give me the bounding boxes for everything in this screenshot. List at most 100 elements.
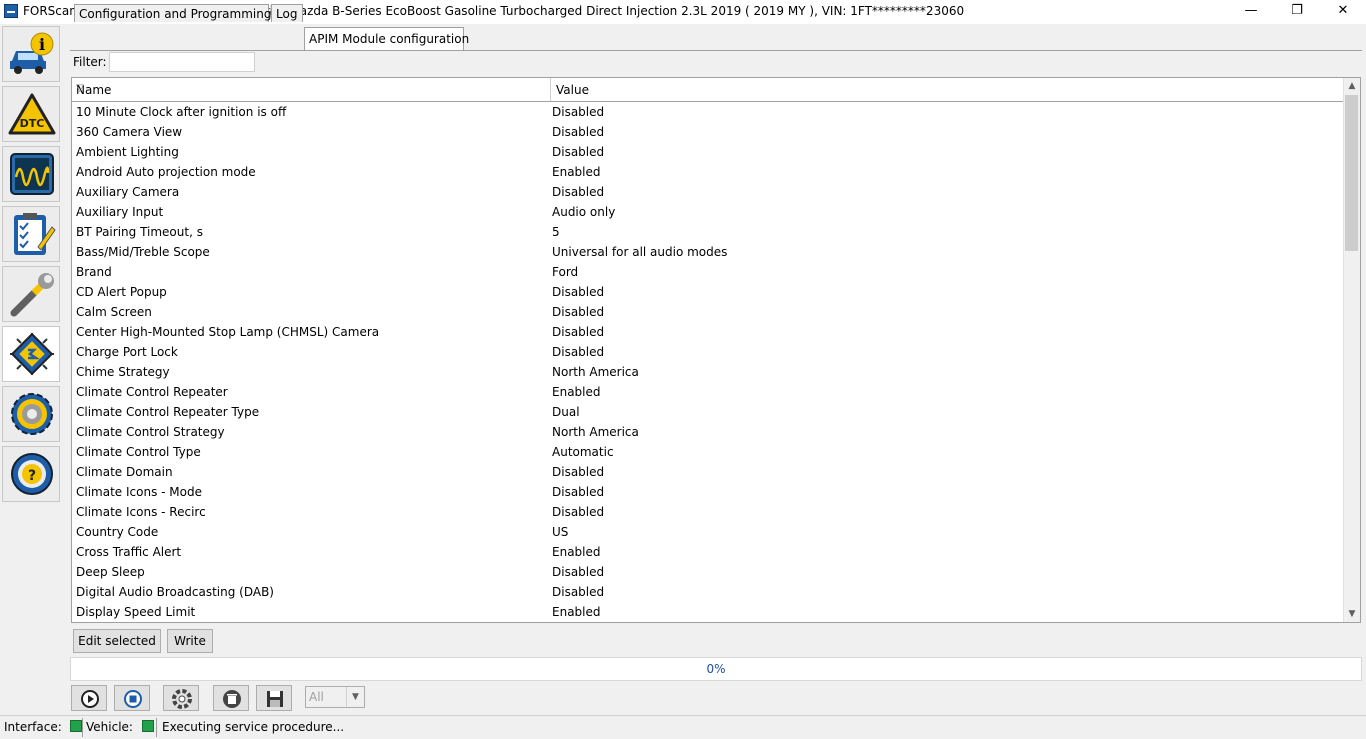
table-row[interactable]: Deep Sleep Disabled <box>72 562 1346 582</box>
sidebar-item-vehicle-info[interactable]: i <box>2 26 60 82</box>
table-row[interactable]: CD Alert Popup Disabled <box>72 282 1346 302</box>
row-value-cell: Disabled <box>552 505 605 519</box>
row-value-cell: Disabled <box>552 565 605 579</box>
filter-select[interactable]: All ▼ <box>305 686 365 708</box>
forscan-app-icon <box>4 4 18 18</box>
row-value-cell: Disabled <box>552 125 605 139</box>
table-row[interactable]: Climate Control Type Automatic <box>72 442 1346 462</box>
sidebar-item-dtc[interactable]: DTC <box>2 86 60 142</box>
progress-bar: 0% <box>70 657 1362 681</box>
row-name-cell: Charge Port Lock <box>76 345 178 359</box>
row-name-cell: Climate Control Type <box>76 445 201 459</box>
svg-text:?: ? <box>28 468 36 484</box>
row-name-cell: Calm Screen <box>76 305 152 319</box>
row-name-cell: Cross Traffic Alert <box>76 545 182 559</box>
row-value-cell: Disabled <box>552 185 605 199</box>
row-name-cell: Climate Control Strategy <box>76 425 225 439</box>
row-value-cell: Enabled <box>552 605 601 619</box>
chip-config-icon <box>10 332 54 376</box>
vehicle-status-led <box>142 718 154 737</box>
table-row[interactable]: Climate Icons - Mode Disabled <box>72 482 1346 502</box>
sidebar-item-settings[interactable] <box>2 386 60 442</box>
table-row[interactable]: Chime Strategy North America <box>72 362 1346 382</box>
table-row[interactable]: Charge Port Lock Disabled <box>72 342 1346 362</box>
row-value-cell: Disabled <box>552 485 605 499</box>
table-row[interactable]: Android Auto projection mode Enabled <box>72 162 1346 182</box>
scroll-thumb[interactable] <box>1345 95 1358 251</box>
play-icon <box>81 690 99 708</box>
vehicle-label: Vehicle: <box>86 720 133 734</box>
tab-apim-module-configuration[interactable]: APIM Module configuration <box>304 27 469 50</box>
settings-gear-icon <box>11 393 53 435</box>
column-header-value[interactable]: Value <box>551 78 1347 101</box>
row-name-cell: Auxiliary Camera <box>76 185 180 199</box>
filter-select-value: All <box>309 690 324 704</box>
sort-indicator-icon: ▽ <box>76 83 84 94</box>
table-row[interactable]: Climate Domain Disabled <box>72 462 1346 482</box>
table-row[interactable]: Center High-Mounted Stop Lamp (CHMSL) Ca… <box>72 322 1346 342</box>
tab-configuration-and-programming[interactable]: Configuration and Programming <box>74 4 271 22</box>
table-row[interactable]: 360 Camera View Disabled <box>72 122 1346 142</box>
chevron-down-icon: ▼ <box>346 687 364 707</box>
filter-input[interactable] <box>109 52 255 72</box>
table-row[interactable]: Climate Control Strategy North America <box>72 422 1346 442</box>
table-row[interactable]: Climate Control Repeater Type Dual <box>72 402 1346 422</box>
save-button[interactable] <box>256 685 292 711</box>
table-row[interactable]: Ambient Lighting Disabled <box>72 142 1346 162</box>
table-row[interactable]: Cross Traffic Alert Enabled <box>72 542 1346 562</box>
write-button[interactable]: Write <box>167 629 213 653</box>
table-row[interactable]: Climate Control Repeater Enabled <box>72 382 1346 402</box>
stop-icon <box>124 690 142 708</box>
row-name-cell: 10 Minute Clock after ignition is off <box>76 105 287 119</box>
edit-selected-button[interactable]: Edit selected <box>73 629 161 653</box>
grid-vertical-scrollbar[interactable]: ▲ ▼ <box>1343 78 1360 622</box>
table-row[interactable]: Display Speed Limit Enabled <box>72 602 1346 622</box>
stop-button[interactable] <box>114 685 150 711</box>
row-name-cell: Brand <box>76 265 112 279</box>
row-name-cell: Android Auto projection mode <box>76 165 256 179</box>
apim-config-panel: Filter: Name ▽ Value 10 Minute Clock aft… <box>70 50 1362 657</box>
grid-rows: 10 Minute Clock after ignition is off Dis… <box>72 102 1346 622</box>
row-name-cell: Chime Strategy <box>76 365 170 379</box>
run-button[interactable] <box>71 685 107 711</box>
sidebar-item-configuration[interactable] <box>2 326 60 382</box>
table-row[interactable]: Bass/Mid/Treble Scope Universal for all a… <box>72 242 1346 262</box>
lifebuoy-icon <box>172 689 192 709</box>
row-value-cell: Disabled <box>552 345 605 359</box>
sidebar-item-service[interactable] <box>2 266 60 322</box>
row-value-cell: US <box>552 525 569 539</box>
save-icon <box>267 691 283 707</box>
minimize-button[interactable]: — <box>1228 0 1274 24</box>
table-row[interactable]: 10 Minute Clock after ignition is off Dis… <box>72 102 1346 122</box>
column-header-value-label: Value <box>556 83 589 97</box>
table-row[interactable]: Auxiliary Input Audio only <box>72 202 1346 222</box>
sidebar-item-checklist[interactable] <box>2 206 60 262</box>
table-row[interactable]: Calm Screen Disabled <box>72 302 1346 322</box>
sidebar: i DTC ? <box>0 24 62 508</box>
wrench-icon <box>10 273 54 317</box>
table-row[interactable]: Digital Audio Broadcasting (DAB) Disabled <box>72 582 1346 602</box>
table-row[interactable]: Country Code US <box>72 522 1346 542</box>
column-header-name[interactable]: Name ▽ <box>72 78 551 101</box>
clear-button[interactable] <box>213 685 249 711</box>
table-row[interactable]: Brand Ford <box>72 262 1346 282</box>
scroll-up-icon[interactable]: ▲ <box>1344 78 1360 94</box>
support-button[interactable] <box>163 685 199 711</box>
tab-log[interactable]: Log <box>271 4 303 22</box>
interface-status-led <box>70 718 82 737</box>
grid-header: Name ▽ Value <box>72 78 1347 102</box>
table-row[interactable]: BT Pairing Timeout, s 5 <box>72 222 1346 242</box>
status-message: Executing service procedure... <box>162 720 345 734</box>
table-row[interactable]: Auxiliary Camera Disabled <box>72 182 1346 202</box>
row-name-cell: 360 Camera View <box>76 125 183 139</box>
scroll-down-icon[interactable]: ▼ <box>1344 606 1360 622</box>
row-name-cell: Climate Icons - Mode <box>76 485 202 499</box>
sidebar-item-oscilloscope[interactable] <box>2 146 60 202</box>
sidebar-item-help[interactable]: ? <box>2 446 60 502</box>
table-row[interactable]: Climate Icons - Recirc Disabled <box>72 502 1346 522</box>
row-value-cell: Automatic <box>552 445 614 459</box>
maximize-button[interactable]: ❐ <box>1274 0 1320 24</box>
close-button[interactable]: ✕ <box>1320 0 1366 24</box>
row-value-cell: Dual <box>552 405 580 419</box>
row-name-cell: Climate Domain <box>76 465 173 479</box>
